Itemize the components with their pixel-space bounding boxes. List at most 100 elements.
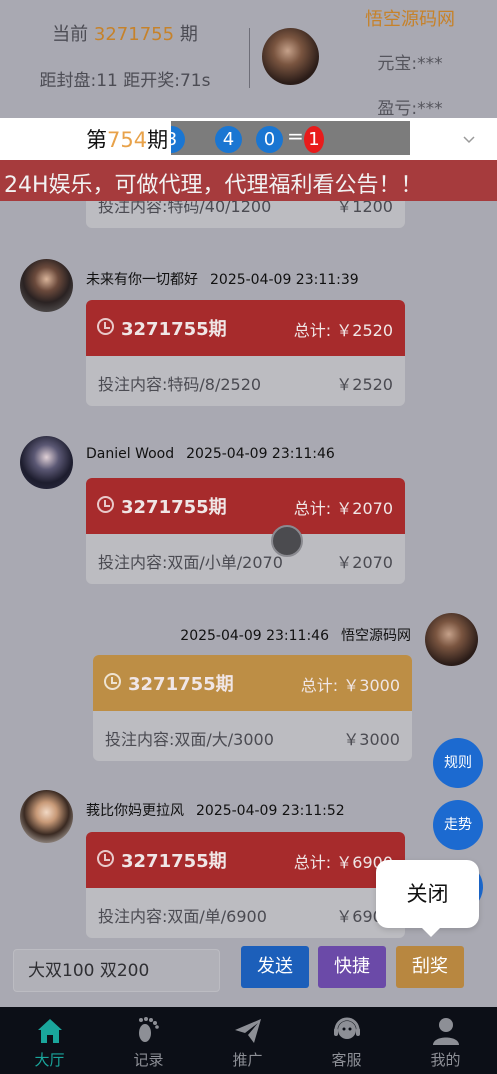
header: 当前 3271755 期 距封盘:11 距开奖:71s 悟空源码网 元宝:***…	[0, 0, 497, 119]
bet-card-header: 3271755期 总计: ￥3000	[93, 655, 412, 711]
avatar[interactable]	[20, 790, 73, 843]
bet-card-header: 3271755期 总计: ￥6900	[86, 832, 405, 888]
last-period-prefix: 第	[86, 128, 107, 152]
bet-content: 投注内容:特码/8/2520	[98, 375, 262, 394]
home-icon	[34, 1015, 66, 1047]
bet-content: 投注内容:特码/40/1200	[98, 201, 272, 216]
header-divider	[249, 28, 250, 88]
clock-icon	[97, 318, 114, 335]
last-period-number: 754	[107, 128, 148, 152]
avatar[interactable]	[20, 436, 73, 489]
result-equals: =	[287, 124, 304, 148]
bet-total: 总计: ￥3000	[300, 676, 400, 695]
quick-bet-button[interactable]: 快捷	[318, 946, 386, 988]
nav-label: 大厅	[34, 1051, 65, 1069]
bet-total: 总计: ￥2070	[293, 499, 393, 518]
result-balls: 3 4 0 = 1	[171, 121, 410, 155]
nav-label: 记录	[133, 1051, 164, 1069]
nav-label: 推广	[232, 1051, 263, 1069]
clock-icon	[97, 496, 114, 513]
nav-label: 我的	[430, 1051, 461, 1069]
current-period-line: 当前 3271755 期	[0, 20, 250, 46]
nav-label: 客服	[331, 1051, 362, 1069]
avatar[interactable]	[425, 613, 478, 666]
bet-card-body: 投注内容:特码/8/2520 ￥2520	[86, 356, 405, 406]
bet-period: 3271755期	[121, 851, 227, 872]
bet-period: 3271755期	[121, 497, 227, 518]
paper-plane-icon	[232, 1015, 264, 1047]
result-sum-ball: 1	[304, 126, 324, 153]
clock-icon	[104, 673, 121, 690]
notice-marquee[interactable]: 24H娱乐，可做代理，代理福利看公告！！	[0, 160, 497, 201]
message-user: 悟空源码网	[341, 628, 411, 644]
message-meta: 莪比你妈更拉风 2025-04-09 23:11:52	[86, 800, 345, 820]
nav-records[interactable]: 记录	[99, 1007, 198, 1074]
close-popup-button[interactable]: 关闭	[376, 860, 479, 937]
bet-card-header: 3271755期 总计: ￥2520	[86, 300, 405, 356]
bet-amount: ￥2520	[336, 375, 393, 394]
send-button[interactable]: 发送	[241, 946, 309, 988]
user-info: 悟空源码网 元宝:*** 盈亏:***	[340, 5, 480, 119]
message-meta: 2025-04-09 23:11:46 悟空源码网	[180, 625, 411, 645]
loading-spinner-icon	[271, 525, 303, 557]
bet-card-header: 3271755期 总计: ￥2070	[86, 478, 405, 534]
scratch-button[interactable]: 刮奖	[396, 946, 464, 988]
headset-icon	[331, 1015, 363, 1047]
chat-area[interactable]: 投注内容:特码/40/1200 ￥1200 未来有你一切都好 2025-04-09…	[0, 201, 497, 941]
bet-amount: ￥3000	[343, 730, 400, 749]
bet-card-body: 投注内容:双面/大/3000 ￥3000	[93, 711, 412, 761]
message-time: 2025-04-09 23:11:46	[180, 628, 329, 644]
avatar[interactable]	[20, 259, 73, 312]
username: 悟空源码网	[365, 9, 455, 30]
current-period-number: 3271755	[93, 24, 175, 45]
bet-amount: ￥1200	[336, 201, 393, 216]
trend-button[interactable]: 走势	[433, 800, 483, 850]
bet-card: 3271755期 总计: ￥2070 投注内容:双面/小单/2070 ￥2070	[86, 478, 405, 584]
yuanbao-balance: 元宝:***	[377, 54, 443, 74]
message-time: 2025-04-09 23:11:52	[196, 803, 345, 819]
message-user: Daniel Wood	[86, 446, 175, 462]
nav-mine[interactable]: 我的	[396, 1007, 495, 1074]
period-info: 当前 3271755 期 距封盘:11 距开奖:71s	[0, 20, 250, 91]
bet-input[interactable]	[13, 949, 220, 992]
last-result-bar[interactable]: 第754期 3 4 0 = 1	[0, 118, 497, 160]
bet-period: 3271755期	[121, 319, 227, 340]
countdown: 距封盘:11 距开奖:71s	[39, 71, 211, 91]
nav-support[interactable]: 客服	[297, 1007, 396, 1074]
bet-card: 3271755期 总计: ￥3000 投注内容:双面/大/3000 ￥3000	[93, 655, 412, 761]
message-meta: Daniel Wood 2025-04-09 23:11:46	[86, 446, 335, 462]
message-user: 莪比你妈更拉风	[86, 803, 184, 819]
last-period-suffix: 期	[147, 128, 169, 152]
bet-period: 3271755期	[128, 674, 234, 695]
message-user: 未来有你一切都好	[86, 272, 198, 288]
bet-card-body: 投注内容:特码/40/1200 ￥1200	[86, 201, 405, 228]
user-icon	[430, 1015, 462, 1047]
bet-card: 3271755期 总计: ￥2520 投注内容:特码/8/2520 ￥2520	[86, 300, 405, 406]
chevron-down-icon[interactable]	[462, 129, 476, 148]
bet-content: 投注内容:双面/小单/2070	[98, 553, 283, 572]
bet-content: 投注内容:双面/大/3000	[105, 730, 274, 749]
message-time: 2025-04-09 23:11:39	[210, 272, 359, 288]
notice-text: 24H娱乐，可做代理，代理福利看公告！！	[4, 173, 423, 198]
profit-loss: 盈亏:***	[377, 99, 443, 119]
result-ball-1: 3	[171, 126, 185, 153]
bet-card-body: 投注内容:双面/小单/2070 ￥2070	[86, 534, 405, 584]
message-time: 2025-04-09 23:11:46	[186, 446, 335, 462]
user-avatar[interactable]	[262, 28, 319, 85]
footprint-icon	[133, 1015, 165, 1047]
rules-button[interactable]: 规则	[433, 738, 483, 788]
nav-lobby[interactable]: 大厅	[0, 1007, 99, 1074]
bet-total: 总计: ￥2520	[293, 321, 393, 340]
current-prefix: 当前	[52, 24, 89, 45]
result-ball-3: 0	[256, 126, 283, 153]
current-suffix: 期	[179, 24, 198, 45]
bet-amount: ￥2070	[336, 553, 393, 572]
nav-promote[interactable]: 推广	[198, 1007, 297, 1074]
message-meta: 未来有你一切都好 2025-04-09 23:11:39	[86, 269, 359, 289]
bet-card: 3271755期 总计: ￥6900 投注内容:双面/单/6900 ￥6900	[86, 832, 405, 938]
last-period-label: 第754期	[86, 124, 168, 154]
bet-content: 投注内容:双面/单/6900	[98, 907, 267, 926]
bet-card: 投注内容:特码/40/1200 ￥1200	[86, 201, 405, 228]
result-ball-2: 4	[215, 126, 242, 153]
clock-icon	[97, 850, 114, 867]
